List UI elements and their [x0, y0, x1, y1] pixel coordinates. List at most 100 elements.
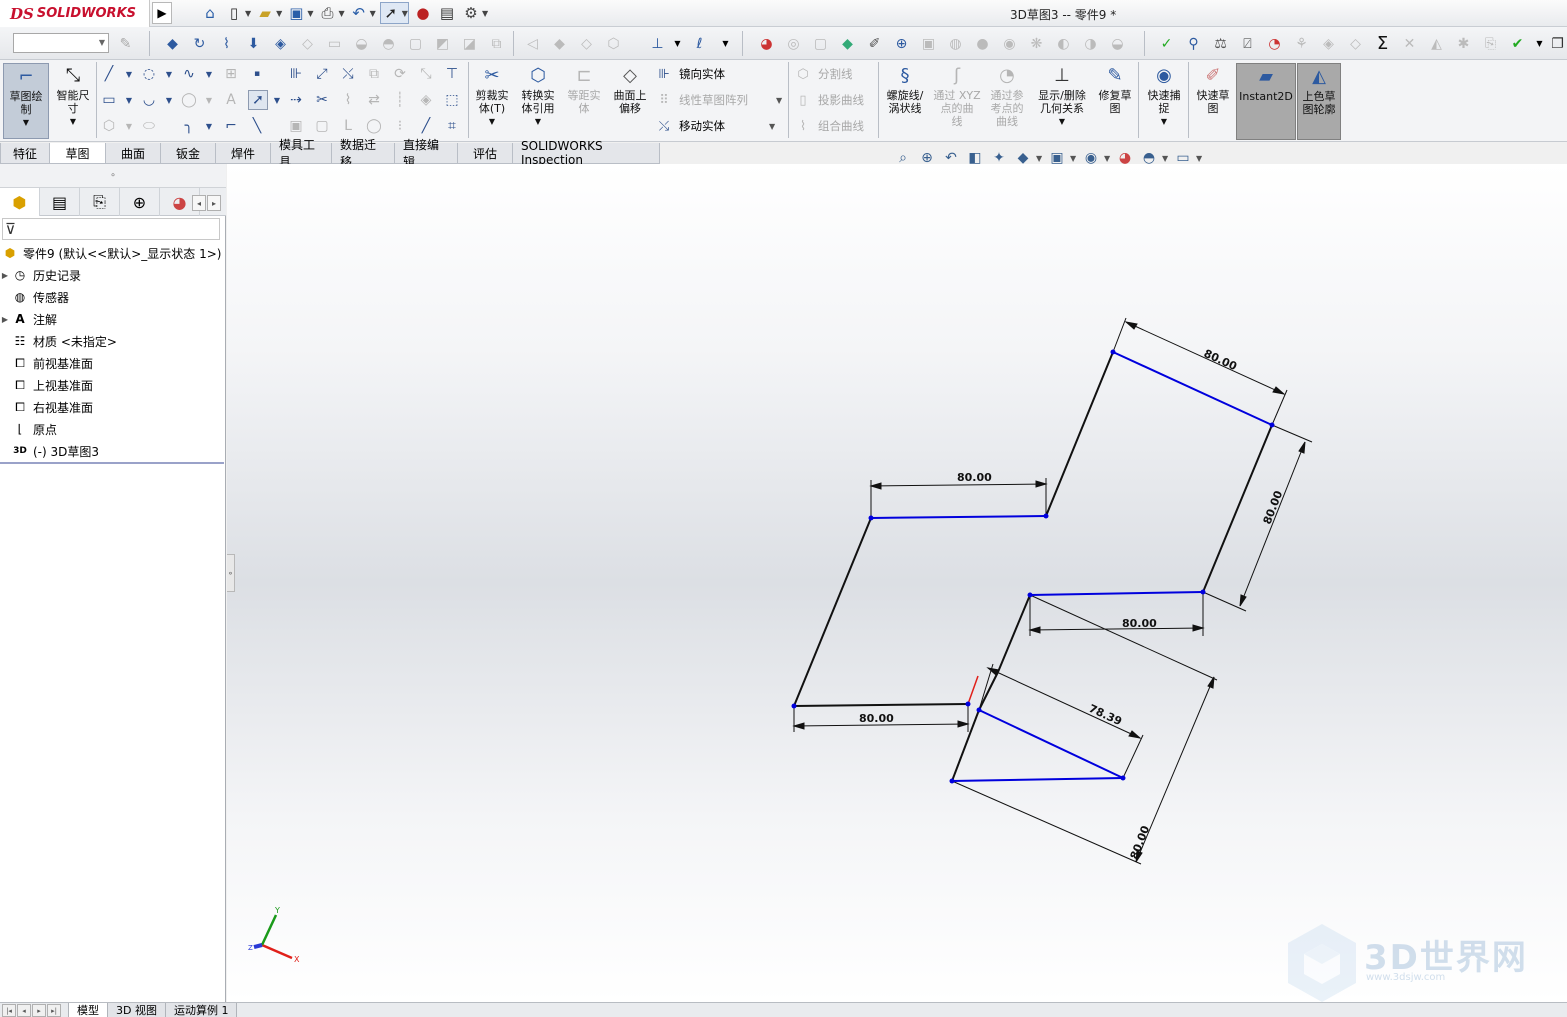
intersect-analysis-icon[interactable]: ✕: [1400, 34, 1419, 53]
tangent-icon[interactable]: ⊤: [443, 65, 461, 83]
mirror-feature-icon[interactable]: ⧉: [487, 34, 506, 53]
scroll-right-icon[interactable]: ▸: [207, 195, 221, 211]
boundary-icon[interactable]: ◈: [271, 34, 290, 53]
tree-item-annotations[interactable]: ▶ A 注解: [0, 308, 226, 330]
extrude-icon[interactable]: ◆: [163, 34, 182, 53]
measure-icon[interactable]: ⚲: [1184, 34, 1203, 53]
tab-evaluate[interactable]: 评估: [457, 143, 513, 164]
chevron-down-icon[interactable]: ▼: [402, 9, 408, 18]
sketch-endpoint[interactable]: [976, 707, 982, 713]
final-render-icon[interactable]: ●: [973, 34, 992, 53]
expand-arrow-icon[interactable]: ▶: [0, 315, 10, 324]
cut-extrude-icon[interactable]: ◇: [298, 34, 317, 53]
thickness-icon[interactable]: ◇: [1346, 34, 1365, 53]
fillet-corner-icon[interactable]: ╲: [248, 117, 266, 135]
chevron-down-icon[interactable]: ▼: [307, 9, 313, 18]
prev-tab-icon[interactable]: ◂: [17, 1004, 31, 1017]
chevron-down-icon[interactable]: ▼: [245, 9, 251, 18]
dimension-line[interactable]: [870, 483, 1047, 487]
intersection-curve-icon[interactable]: ◈: [417, 91, 435, 109]
check-entity-icon[interactable]: ✔: [1508, 34, 1527, 53]
tree-item-top-plane[interactable]: ⧠ 上视基准面: [0, 374, 226, 396]
replace-face-icon[interactable]: ◇: [577, 34, 596, 53]
delete-face-icon[interactable]: ◆: [550, 34, 569, 53]
composite-curve-button[interactable]: ⌇ 组合曲线: [794, 116, 864, 136]
sketch-line-black[interactable]: [793, 703, 969, 707]
chevron-down-icon[interactable]: ▼: [769, 122, 775, 131]
cut-revolve-icon[interactable]: ▭: [325, 34, 344, 53]
draft-icon[interactable]: ◩: [433, 34, 452, 53]
restore-icon[interactable]: ❐: [1548, 34, 1567, 53]
chevron-down-icon[interactable]: ▼: [1059, 115, 1065, 128]
tree-item-front-plane[interactable]: ⧠ 前视基准面: [0, 352, 226, 374]
dimension-label[interactable]: 80.00: [957, 471, 992, 484]
l-shape-icon[interactable]: L: [339, 117, 357, 135]
chevron-down-icon[interactable]: ▼: [1196, 154, 1204, 163]
center-icon[interactable]: ⊕: [892, 34, 911, 53]
sketch-line-blue[interactable]: [1029, 591, 1204, 596]
ellipse-icon[interactable]: ◯: [180, 91, 198, 109]
mirror-entities-button[interactable]: ⊪ 镜向实体: [655, 64, 725, 84]
tab-sheet-metal[interactable]: 钣金: [160, 143, 216, 164]
sketch-endpoint[interactable]: [965, 701, 971, 707]
tab-features[interactable]: 特征: [0, 143, 50, 164]
polygon-icon[interactable]: ⬡: [100, 117, 118, 135]
jog-line-icon[interactable]: ⌇: [339, 91, 357, 109]
sphere-render-icon[interactable]: ◑: [1081, 34, 1100, 53]
dimension-label[interactable]: 80.00: [1128, 824, 1153, 861]
tree-filter-field[interactable]: ⊽: [2, 218, 220, 240]
extend-icon[interactable]: ⇢: [287, 91, 305, 109]
performance-icon[interactable]: ◔: [1265, 34, 1284, 53]
spline-icon[interactable]: ∿: [180, 65, 198, 83]
new-document-button[interactable]: ▯ ▼: [224, 2, 251, 24]
panel-grip[interactable]: ⚬: [0, 164, 226, 188]
dimension-line[interactable]: [1029, 627, 1204, 631]
select-button[interactable]: ➚ ▼: [379, 2, 409, 24]
graphics-area[interactable]: ⚬ 80.00 80.00 80.00 80.00 80.00 78.39 80…: [227, 164, 1567, 1002]
tab-mold-tools[interactable]: 模具工具: [270, 138, 332, 169]
3d-sketch-canvas[interactable]: 80.00 80.00 80.00 80.00 80.00 78.39 80.0…: [227, 164, 1567, 1002]
spell-check-icon[interactable]: ✓: [1157, 34, 1176, 53]
copy-appearance-icon[interactable]: ✐: [865, 34, 884, 53]
rotate-icon[interactable]: ⟳: [391, 65, 409, 83]
sketch-endpoint[interactable]: [1269, 422, 1275, 428]
instant2d-button[interactable]: ▰ Instant2D: [1236, 63, 1296, 140]
chevron-down-icon[interactable]: ▼: [23, 116, 29, 129]
sketch-line-black[interactable]: [997, 594, 1031, 673]
configuration-manager-tab-icon[interactable]: ⎘: [80, 188, 120, 216]
text-icon[interactable]: A: [222, 91, 240, 109]
tab-motion-study[interactable]: 运动算例 1: [164, 1003, 238, 1017]
chamfer-sketch-icon[interactable]: ⌐: [222, 117, 240, 135]
chamfer-icon[interactable]: ◓: [379, 34, 398, 53]
check-icon[interactable]: ⚘: [1292, 34, 1311, 53]
sum-icon[interactable]: Σ: [1373, 33, 1392, 54]
decal-icon[interactable]: ▢: [811, 34, 830, 53]
rollback-bar[interactable]: [0, 462, 224, 464]
sketch-endpoint[interactable]: [868, 515, 874, 521]
line-icon[interactable]: ╱: [100, 65, 118, 83]
property-manager-tab-icon[interactable]: ▤: [40, 188, 80, 216]
projected-curve-button[interactable]: ▯ 投影曲线: [794, 90, 864, 110]
rebuild-button[interactable]: ●: [413, 2, 433, 24]
home-button[interactable]: ⌂: [200, 2, 220, 24]
3d-sketch-plane-icon[interactable]: ⬚: [443, 91, 461, 109]
feature-manager-tab-icon[interactable]: ⬢: [0, 188, 40, 216]
sketch-endpoint[interactable]: [1200, 589, 1206, 595]
scale-icon[interactable]: ⤡: [417, 65, 435, 83]
last-tab-icon[interactable]: ▸|: [47, 1004, 61, 1017]
chevron-down-icon[interactable]: ▼: [1161, 115, 1167, 128]
tree-item-material[interactable]: ☷ 材质 <未指定>: [0, 330, 226, 352]
dimxpert-tab-icon[interactable]: ⊕: [120, 188, 160, 216]
chevron-down-icon[interactable]: ▼: [70, 115, 76, 128]
chevron-down-icon[interactable]: ▼: [535, 115, 541, 128]
linear-pattern-button[interactable]: ⠿ 线性草图阵列 ▼: [655, 90, 782, 110]
appearance-icon[interactable]: ◕: [757, 34, 776, 53]
tree-item-sensors[interactable]: ◍ 传感器: [0, 286, 226, 308]
trim-entities-button[interactable]: ✂ 剪裁实 体(T) ▼: [472, 63, 512, 128]
arc-icon[interactable]: ◡: [140, 91, 158, 109]
render-region-icon[interactable]: ▣: [919, 34, 938, 53]
select-pointer-icon[interactable]: ➚: [248, 90, 268, 110]
first-tab-icon[interactable]: |◂: [2, 1004, 16, 1017]
sweep-icon[interactable]: ⌇: [217, 34, 236, 53]
tab-weldments[interactable]: 焊件: [215, 143, 271, 164]
